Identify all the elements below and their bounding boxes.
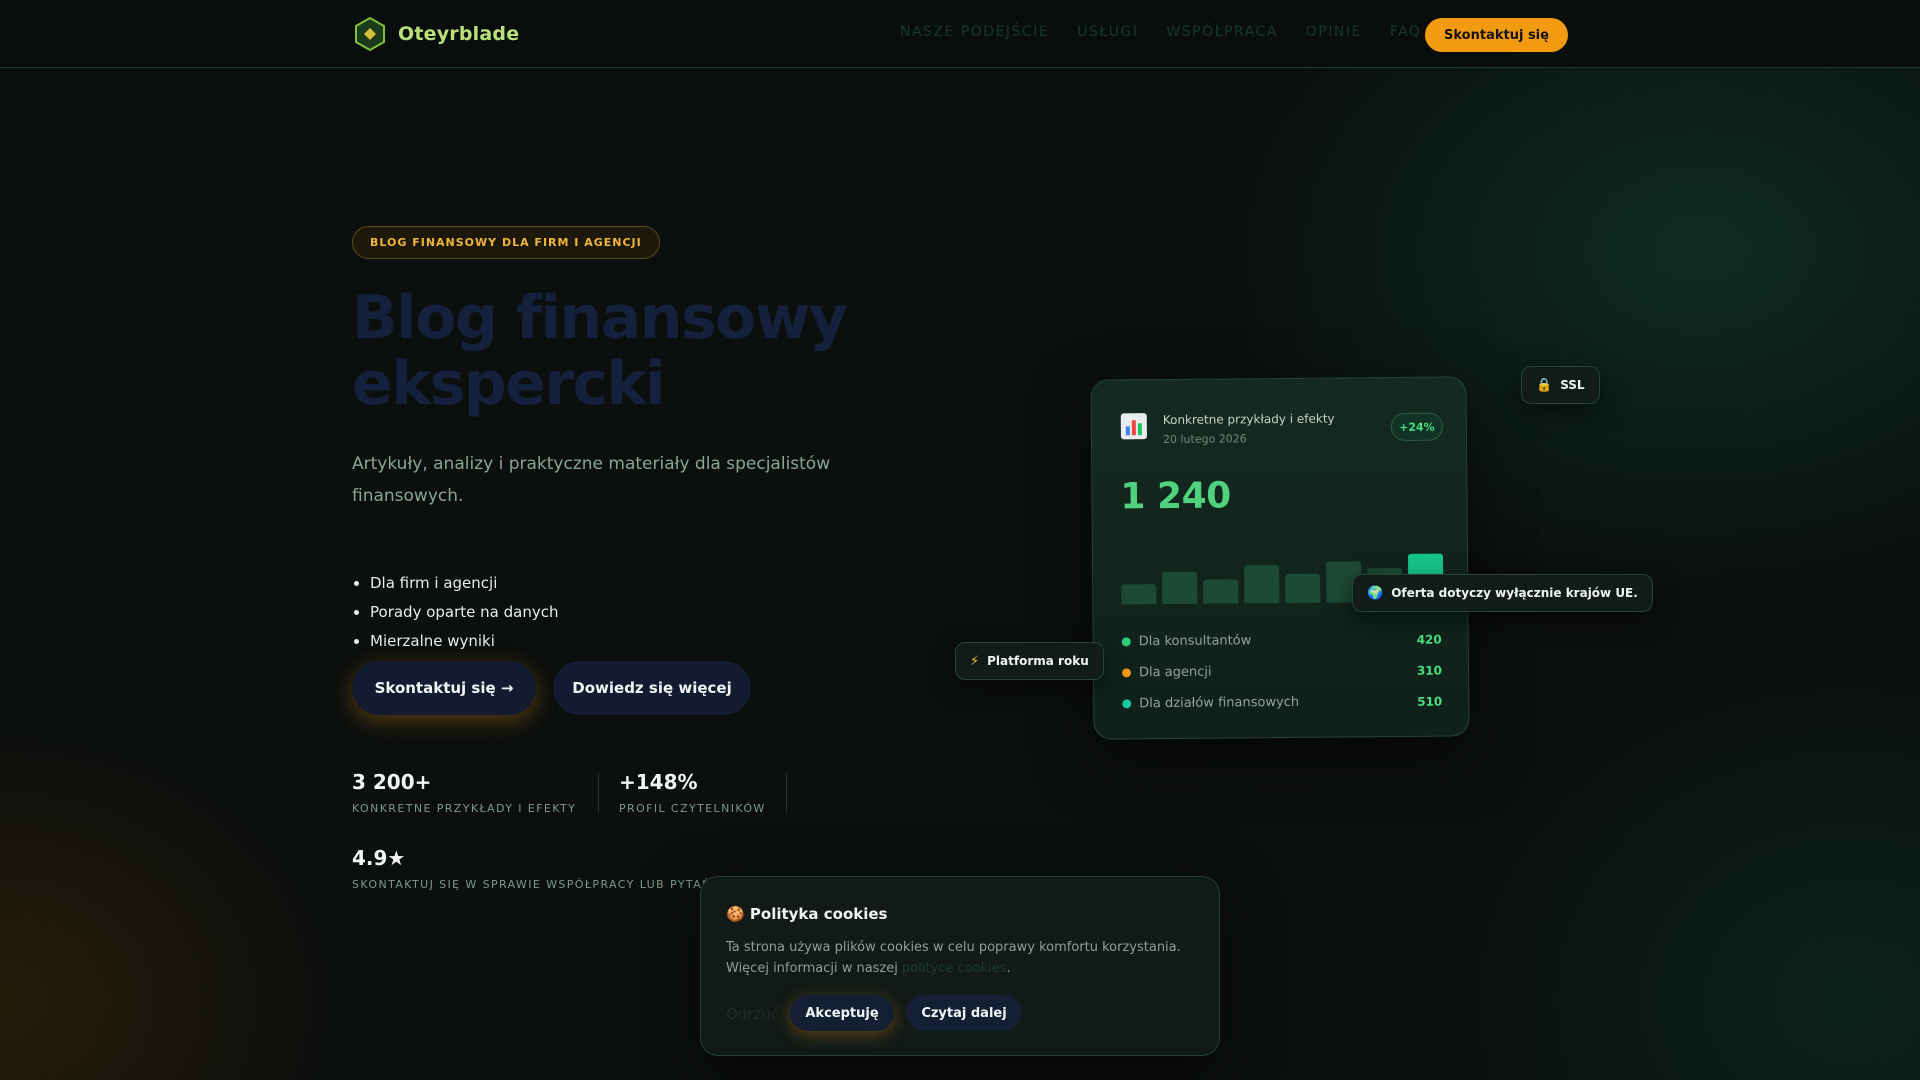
hero-bullet-list: Dla firm i agencji Porady oparte na dany… (370, 569, 558, 656)
legend-row-agencies: Dla agencji 310 (1121, 663, 1443, 681)
stat-readers: +148% PROFIL CZYTELNIKÓW (619, 770, 766, 815)
platform-label: Platforma roku (987, 654, 1089, 668)
card-big-value: 1 240 (1120, 475, 1231, 518)
nav-contact-button[interactable]: Skontaktuj się (1425, 18, 1568, 52)
growth-badge: +24% (1390, 412, 1443, 442)
card-title: Konkretne przykłady i efekty (1162, 411, 1335, 428)
stat-label: PROFIL CZYTELNIKÓW (619, 802, 766, 815)
legend-label: Dla agencji (1138, 664, 1212, 681)
top-navigation: Oteyrblade NASZE PODEJŚCIE USŁUGI WSPÓŁP… (0, 0, 1920, 68)
platform-chip: ⚡ Platforma roku (955, 642, 1104, 680)
legend-row-finance-departments: Dla działów finansowych 510 (1122, 694, 1442, 712)
hero-badge: BLOG FINANSOWY DLA FIRM I AGENCJI (352, 226, 660, 259)
stat-label: SKONTAKTUJ SIĘ W SPRAWIE WSPÓŁPRACY LUB … (352, 878, 712, 891)
list-item: Porady oparte na danych (370, 598, 558, 627)
legend-label: Dla działów finansowych (1139, 694, 1300, 712)
eu-chip: 🌍 Oferta dotyczy wyłącznie krajów UE. (1352, 574, 1653, 612)
cookie-title: 🍪 Polityka cookies (726, 905, 888, 923)
list-item: Mierzalne wyniki (370, 627, 558, 656)
stat-value: 4.9★ (352, 846, 406, 870)
stat-value: 3 200+ (352, 770, 432, 794)
legend-dot (1122, 699, 1132, 709)
hexagon-logo-icon (355, 16, 385, 52)
hero-subtitle: Artykuły, analizy i praktyczne materiały… (352, 454, 831, 506)
stat-rating: 4.9★ SKONTAKTUJ SIĘ W SPRAWIE WSPÓŁPRACY… (352, 846, 712, 891)
eu-label: Oferta dotyczy wyłącznie krajów UE. (1391, 586, 1638, 600)
mini-bar (1244, 565, 1280, 604)
stat-divider (786, 773, 787, 813)
nav-link-reviews[interactable]: OPINIE (1306, 24, 1362, 40)
brand-logo[interactable]: Oteyrblade (352, 16, 519, 52)
legend-dot (1121, 637, 1131, 647)
ssl-label: SSL (1560, 378, 1585, 392)
cookie-banner: 🍪 Polityka cookies Ta strona używa plikó… (700, 876, 1220, 1056)
nav-link-approach[interactable]: NASZE PODEJŚCIE (900, 24, 1049, 40)
mini-bar (1203, 579, 1239, 604)
nav-link-cooperation[interactable]: WSPÓŁPRACA (1166, 24, 1277, 40)
cookie-reject-button[interactable]: Odrzuć (726, 1005, 779, 1023)
list-item: Dla firm i agencji (370, 569, 558, 598)
ssl-chip: 🔒 SSL (1521, 366, 1600, 404)
nav-link-services[interactable]: USŁUGI (1077, 24, 1138, 40)
cookie-accept-button[interactable]: Akceptuję (790, 995, 894, 1031)
bar-chart-icon (1120, 413, 1147, 440)
nav-links: NASZE PODEJŚCIE USŁUGI WSPÓŁPRACA OPINIE… (900, 24, 1421, 40)
stat-examples: 3 200+ KONKRETNE PRZYKŁADY I EFEKTY (352, 770, 576, 815)
mini-bar (1162, 571, 1198, 605)
legend-dot (1121, 668, 1132, 678)
stat-label: KONKRETNE PRZYKŁADY I EFEKTY (352, 802, 577, 815)
mini-bar (1285, 573, 1321, 603)
stat-value: +148% (619, 770, 698, 794)
legend-row-consultants: Dla konsultantów 420 (1121, 632, 1442, 650)
legend-value: 510 (1417, 694, 1443, 709)
hero-learn-more-button[interactable]: Dowiedz się więcej (553, 661, 751, 715)
lightning-icon: ⚡ (970, 653, 980, 669)
legend-label: Dla konsultantów (1138, 633, 1252, 650)
lock-icon: 🔒 (1536, 377, 1553, 393)
cookie-read-more-button[interactable]: Czytaj dalej (906, 995, 1022, 1031)
cookie-text: Ta strona używa plików cookies w celu po… (726, 937, 1206, 979)
legend-value: 420 (1416, 632, 1442, 647)
cookie-policy-link[interactable]: polityce cookies (902, 961, 1006, 976)
mini-bar (1121, 584, 1157, 605)
hero-contact-button[interactable]: Skontaktuj się → (352, 661, 536, 715)
globe-icon: 🌍 (1367, 585, 1384, 601)
nav-link-faq[interactable]: FAQ (1390, 24, 1422, 40)
stats-card: Konkretne przykłady i efekty 20 lutego 2… (1090, 376, 1470, 740)
cookie-text-after: . (1006, 961, 1011, 976)
legend-value: 310 (1416, 663, 1443, 678)
stat-divider (598, 773, 599, 813)
card-date: 20 lutego 2026 (1162, 432, 1247, 447)
brand-name: Oteyrblade (398, 23, 520, 45)
hero-title: Blog finansowy ekspercki (352, 283, 848, 419)
